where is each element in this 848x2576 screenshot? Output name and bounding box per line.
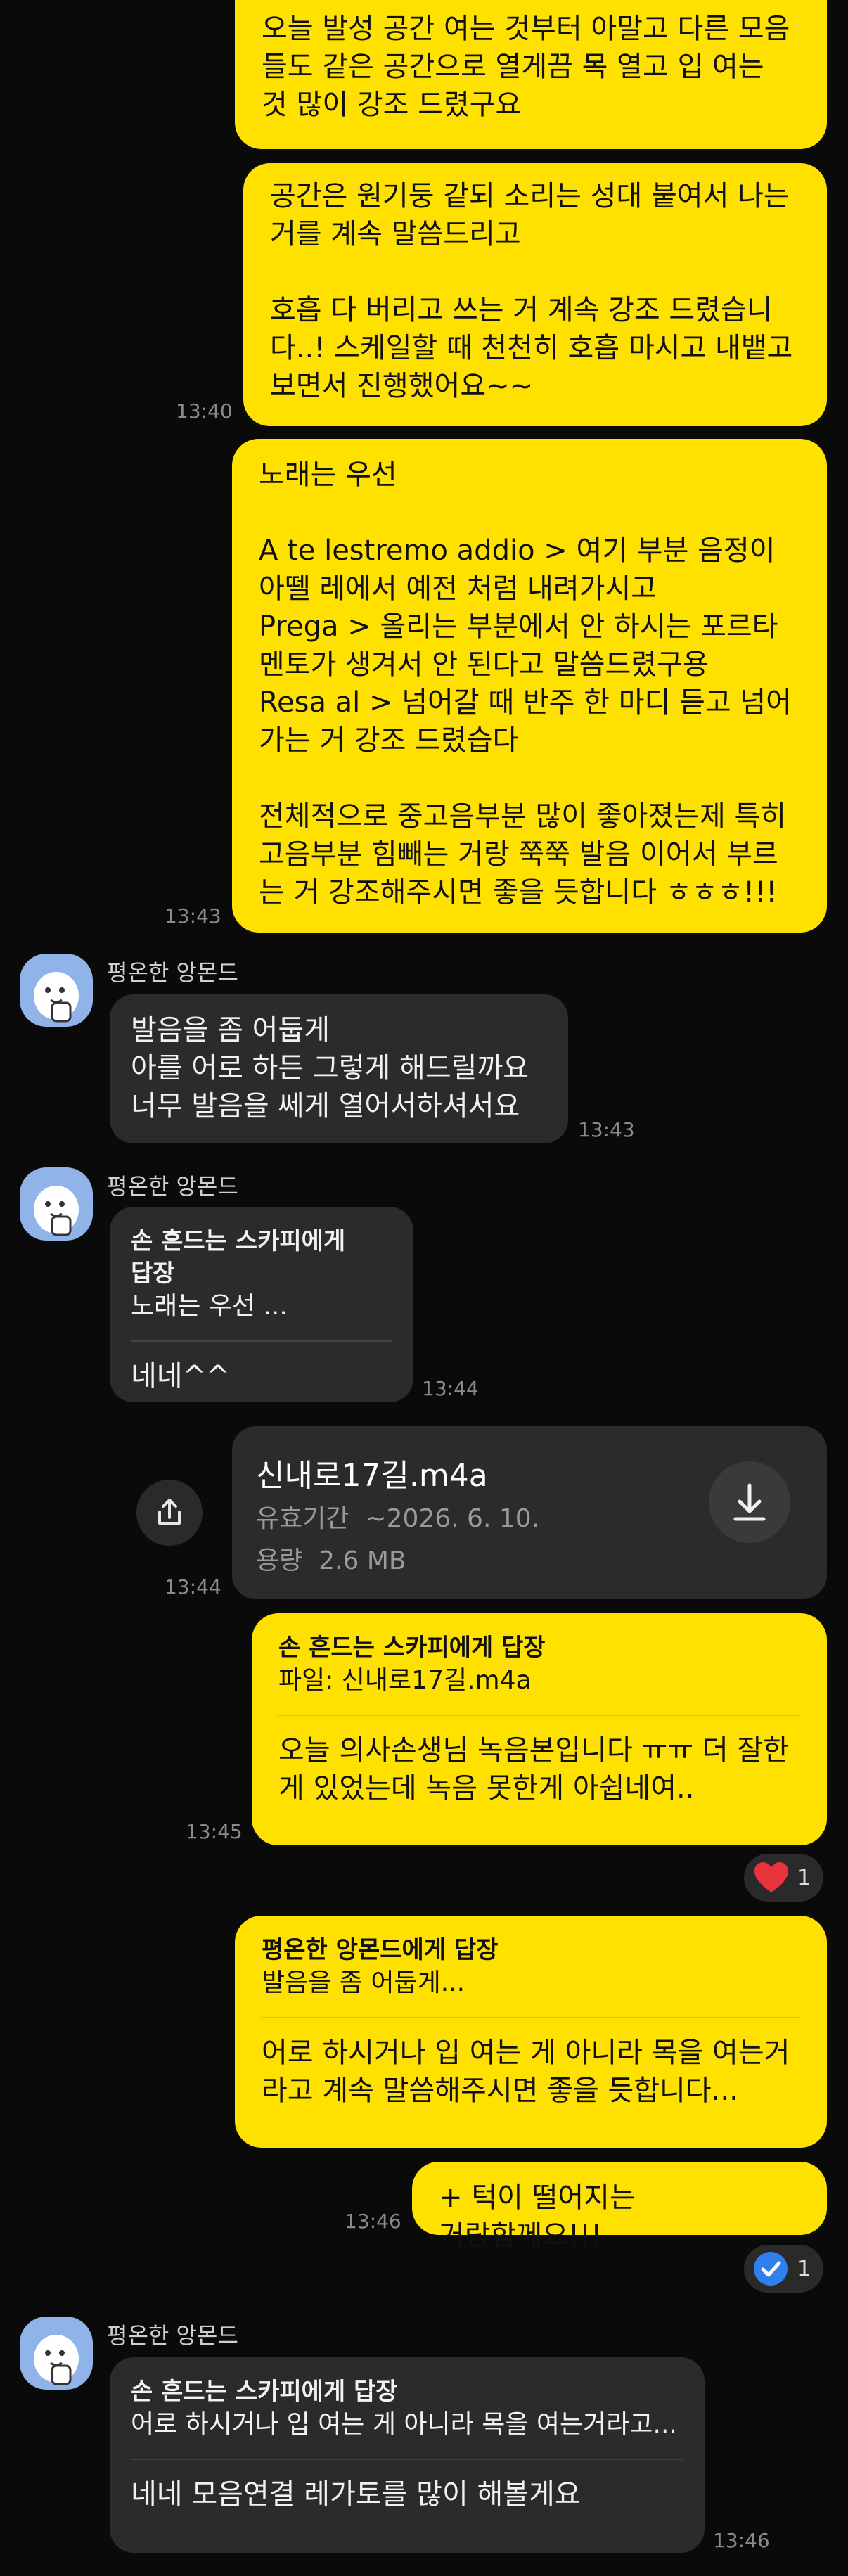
reply-divider — [262, 2017, 800, 2018]
reply-bubble-incoming[interactable]: 손 흔드는 스카피에게 답장 노래는 우선 ... 네네^^ — [110, 1207, 413, 1402]
reply-title: 평온한 앙몬드에게 답장 — [262, 1936, 499, 1964]
reply-title: 손 흔드는 스카피에게 답장 — [278, 1634, 546, 1662]
message-time: 13:43 — [578, 1118, 635, 1141]
reply-bubble-outgoing[interactable]: 손 흔드는 스카피에게 답장 파일: 신내로17길.m4a 오늘 의사손생님 녹… — [252, 1613, 827, 1845]
reply-title: 손 흔드는 스카피에게 답장 — [131, 1227, 346, 1288]
download-button[interactable] — [709, 1461, 790, 1543]
check-icon — [754, 2252, 788, 2286]
reply-quote: 파일: 신내로17길.m4a — [278, 1666, 532, 1695]
file-name: 신내로17길.m4a — [256, 1458, 488, 1494]
reply-bubble-outgoing[interactable]: 평온한 앙몬드에게 답장 발음을 좀 어둡게... 어로 하시거나 입 여는 게… — [235, 1916, 827, 2148]
reply-divider — [131, 2459, 683, 2460]
sender-avatar[interactable] — [20, 2317, 93, 2390]
sender-avatar[interactable] — [20, 1167, 93, 1241]
message-text: 어로 하시거나 입 여는 게 아니라 목을 여는거 라고 계속 말씀해주시면 좋… — [262, 2037, 790, 2107]
share-icon — [158, 1499, 181, 1525]
heart-icon — [754, 1862, 788, 1892]
message-time: 13:44 — [422, 1377, 479, 1400]
reaction-badge[interactable]: 1 — [744, 1854, 824, 1902]
reply-quote: 발음을 좀 어둡게... — [262, 1968, 465, 1997]
reply-divider — [131, 1340, 392, 1342]
file-size: 용량 2.6 MB — [256, 1546, 406, 1575]
message-text: 네네^^ — [131, 1360, 230, 1392]
message-bubble-outgoing[interactable]: + 턱이 떨어지는 거랑함께요!!! — [412, 2162, 827, 2252]
reaction-count: 1 — [797, 1865, 811, 1890]
sender-name: 평온한 앙몬드 — [107, 959, 238, 986]
message-bubble-outgoing[interactable]: 노래는 우선 A te lestremo addio > 여기 부분 음정이 아… — [232, 439, 827, 933]
reaction-badge[interactable]: 1 — [744, 2245, 824, 2293]
reply-bubble-incoming[interactable]: 손 흔드는 스카피에게 답장 어로 하시거나 입 여는 게 아니라 목을 여는거… — [110, 2357, 705, 2553]
message-text: 오늘 의사손생님 녹음본입니다 ㅠㅠ 더 잘한 게 있었는데 녹음 못한게 아쉽… — [278, 1734, 789, 1805]
sender-avatar[interactable] — [20, 954, 93, 1027]
reply-divider — [278, 1715, 800, 1716]
file-attachment[interactable]: 신내로17길.m4a 유효기간 ~2026. 6. 10. 용량 2.6 MB — [232, 1426, 827, 1599]
message-time: 13:46 — [713, 2529, 770, 2552]
reply-title: 손 흔드는 스카피에게 답장 — [131, 2378, 398, 2406]
sender-name: 평온한 앙몬드 — [107, 1173, 238, 1200]
reaction-count: 1 — [797, 2256, 811, 2281]
bunny-avatar-icon — [34, 2335, 79, 2385]
message-time: 13:40 — [176, 399, 233, 423]
bunny-avatar-icon — [34, 1186, 79, 1236]
message-bubble-outgoing[interactable]: 공간은 원기둥 같되 소리는 성대 붙여서 나는 거를 계속 말씀드리고 호흡 … — [243, 163, 827, 426]
message-bubble-outgoing[interactable]: 오늘 발성 공간 여는 것부터 아말고 다른 모음 들도 같은 공간으로 열게끔… — [235, 0, 827, 149]
message-time: 13:44 — [165, 1575, 221, 1598]
message-bubble-incoming[interactable]: 발음을 좀 어둡게 아를 어로 하든 그렇게 해드릴까요 너무 발음을 쎄게 열… — [110, 994, 568, 1143]
share-button[interactable] — [136, 1480, 203, 1546]
reply-quote: 노래는 우선 ... — [131, 1292, 288, 1321]
message-time: 13:43 — [165, 904, 221, 928]
message-time: 13:46 — [345, 2210, 401, 2233]
sender-name: 평온한 앙몬드 — [107, 2322, 238, 2349]
bunny-avatar-icon — [34, 972, 79, 1023]
download-icon — [733, 1483, 766, 1521]
message-text: 네네 모음연결 레가토를 많이 해볼게요 — [131, 2478, 581, 2511]
file-expiry: 유효기간 ~2026. 6. 10. — [256, 1504, 540, 1533]
reply-quote: 어로 하시거나 입 여는 게 아니라 목을 여는거라고... — [131, 2410, 677, 2439]
message-time: 13:45 — [186, 1820, 243, 1843]
